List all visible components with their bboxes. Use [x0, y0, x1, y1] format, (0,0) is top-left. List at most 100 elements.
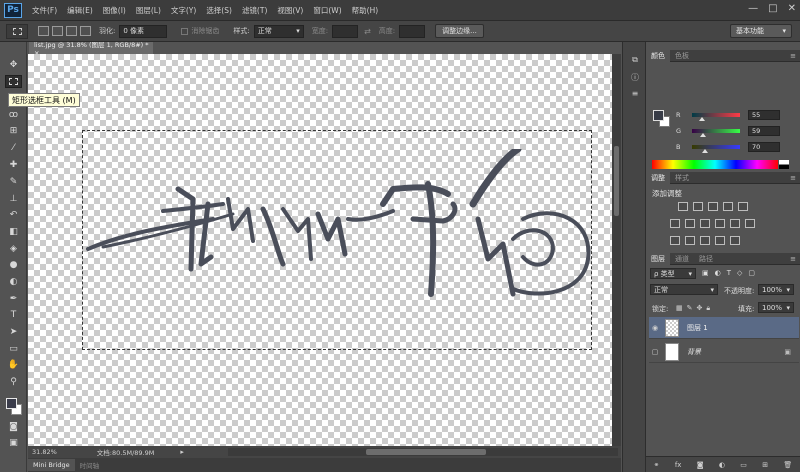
refine-edge-button[interactable]: 调整边缘...	[435, 24, 484, 38]
invert-icon[interactable]	[670, 236, 680, 245]
add-selection-icon[interactable]	[52, 26, 63, 36]
photo-filter-icon[interactable]	[715, 219, 725, 228]
hue-saturation-icon[interactable]	[670, 219, 680, 228]
menu-help[interactable]: 帮助(H)	[347, 5, 384, 16]
selective-color-icon[interactable]	[715, 236, 725, 245]
history-brush-tool-icon[interactable]: ↶	[5, 208, 22, 221]
menu-image[interactable]: 图像(I)	[98, 5, 131, 16]
slider-r[interactable]	[692, 113, 740, 121]
layer-row-layer1[interactable]: ◉ 图层 1	[649, 317, 799, 339]
layer-row-background[interactable]: ▢ 背景 ▣	[649, 341, 799, 363]
scrollbar-thumb[interactable]	[366, 449, 486, 455]
lasso-tool-icon[interactable]: ꝏ	[5, 108, 22, 121]
tool-preset-picker[interactable]	[6, 23, 28, 39]
menu-window[interactable]: 窗口(W)	[308, 5, 346, 16]
levels-icon[interactable]	[693, 202, 703, 211]
slider-b-knob[interactable]	[702, 149, 709, 153]
layer-filter-select[interactable]: ρ 类型 ▾	[650, 268, 696, 279]
color-lookup-icon[interactable]	[745, 219, 755, 228]
swap-icon[interactable]: ⇄	[364, 27, 371, 36]
panel-menu-icon[interactable]: ≡	[790, 52, 796, 60]
paint-bucket-tool-icon[interactable]: ◈	[5, 242, 22, 255]
horizontal-scrollbar[interactable]	[228, 448, 618, 456]
eraser-tool-icon[interactable]: ◧	[5, 225, 22, 238]
workspace-select[interactable]: 基本功能 ▾	[730, 24, 792, 38]
move-tool-icon[interactable]: ✥	[5, 58, 22, 71]
menu-layer[interactable]: 图层(L)	[131, 5, 166, 16]
quick-mask-icon[interactable]: ◙	[5, 420, 22, 433]
gradient-map-icon[interactable]	[730, 236, 740, 245]
hand-tool-icon[interactable]: ✋	[5, 358, 22, 371]
exposure-icon[interactable]	[723, 202, 733, 211]
layer-filter-icons[interactable]: ▣◐T◇▢	[702, 269, 761, 277]
rectangle-tool-icon[interactable]: ▭	[5, 342, 22, 355]
clone-stamp-tool-icon[interactable]: ⊥	[5, 192, 22, 205]
vibrance-icon[interactable]	[738, 202, 748, 211]
link-layers-icon[interactable]: ⚭	[654, 461, 660, 469]
new-group-icon[interactable]: ▭	[740, 461, 747, 469]
path-selection-tool-icon[interactable]: ➤	[5, 325, 22, 338]
curves-icon[interactable]	[708, 202, 718, 211]
scrollbar-thumb[interactable]	[614, 146, 619, 216]
menu-type[interactable]: 文字(Y)	[166, 5, 201, 16]
minimize-button[interactable]: —	[748, 3, 758, 14]
posterize-icon[interactable]	[685, 236, 695, 245]
fill-input[interactable]: 100% ▾	[758, 302, 794, 313]
visibility-toggle-icon[interactable]: ▢	[649, 348, 661, 356]
intersect-selection-icon[interactable]	[80, 26, 91, 36]
add-mask-icon[interactable]: ◙	[697, 461, 704, 469]
eyedropper-tool-icon[interactable]: ⁄	[5, 141, 22, 154]
visibility-eye-icon[interactable]: ◉	[649, 324, 661, 332]
document-tab[interactable]: list.jpg @ 31.8% (图层 1, RGB/8#) * ×	[29, 41, 153, 57]
menu-view[interactable]: 视图(V)	[272, 5, 308, 16]
layer-style-icon[interactable]: fx	[675, 461, 682, 469]
foreground-color-swatch[interactable]	[6, 398, 17, 409]
delete-layer-icon[interactable]: 🗑︎	[783, 461, 792, 469]
healing-brush-tool-icon[interactable]: ✚	[5, 158, 22, 171]
tab-color[interactable]: 颜色	[646, 49, 670, 62]
value-g[interactable]: 59	[748, 126, 780, 136]
blend-mode-select[interactable]: 正常 ▾	[650, 284, 718, 295]
color-panel-foreground-swatch[interactable]	[653, 110, 664, 121]
menu-select[interactable]: 选择(S)	[201, 5, 237, 16]
opacity-input[interactable]: 100% ▾	[758, 284, 794, 295]
tab-paths[interactable]: 路径	[694, 253, 718, 265]
new-selection-icon[interactable]	[38, 26, 49, 36]
history-panel-icon[interactable]: ⧉	[629, 54, 641, 65]
panel-menu-icon[interactable]: ≡	[790, 255, 796, 263]
screen-mode-icon[interactable]: ▣	[5, 436, 22, 449]
antialias-checkbox[interactable]	[181, 27, 189, 35]
value-b[interactable]: 70	[748, 142, 780, 152]
tab-channels[interactable]: 通道	[670, 253, 694, 265]
height-input[interactable]	[399, 24, 426, 38]
slider-b[interactable]	[692, 145, 740, 153]
tab-mini-bridge[interactable]: Mini Bridge	[28, 459, 75, 471]
lock-options-icons[interactable]: ▦✎✥🔒︎	[676, 304, 714, 313]
threshold-icon[interactable]	[700, 236, 710, 245]
status-menu-arrow-icon[interactable]: ▸	[180, 448, 184, 456]
close-button[interactable]: ✕	[788, 3, 796, 14]
subtract-selection-icon[interactable]	[66, 26, 77, 36]
blur-tool-icon[interactable]: ●	[5, 258, 22, 271]
info-panel-icon[interactable]: ≡	[629, 88, 641, 99]
brush-tool-icon[interactable]: ✎	[5, 175, 22, 188]
channel-mixer-icon[interactable]	[730, 219, 740, 228]
black-white-swatch[interactable]	[779, 160, 789, 169]
tab-adjustments[interactable]: 调整	[646, 171, 670, 184]
tab-layers[interactable]: 图层	[646, 252, 670, 265]
adjustment-layer-icon[interactable]: ◐	[719, 461, 725, 469]
color-balance-icon[interactable]	[685, 219, 695, 228]
dodge-tool-icon[interactable]: ◐	[5, 275, 22, 288]
marquee-tool-icon[interactable]	[5, 75, 22, 88]
maximize-button[interactable]: □	[768, 3, 777, 14]
feather-input[interactable]: 0 像素	[119, 24, 168, 38]
menu-filter[interactable]: 滤镜(T)	[237, 5, 272, 16]
panel-menu-icon[interactable]: ≡	[790, 174, 796, 182]
menu-file[interactable]: 文件(F)	[27, 5, 62, 16]
tab-timeline[interactable]: 时间轴	[75, 459, 105, 471]
type-tool-icon[interactable]: T	[5, 308, 22, 321]
color-spectrum[interactable]	[652, 160, 778, 169]
vertical-scrollbar[interactable]	[612, 54, 621, 446]
brightness-contrast-icon[interactable]	[678, 202, 688, 211]
slider-g[interactable]	[692, 129, 740, 137]
